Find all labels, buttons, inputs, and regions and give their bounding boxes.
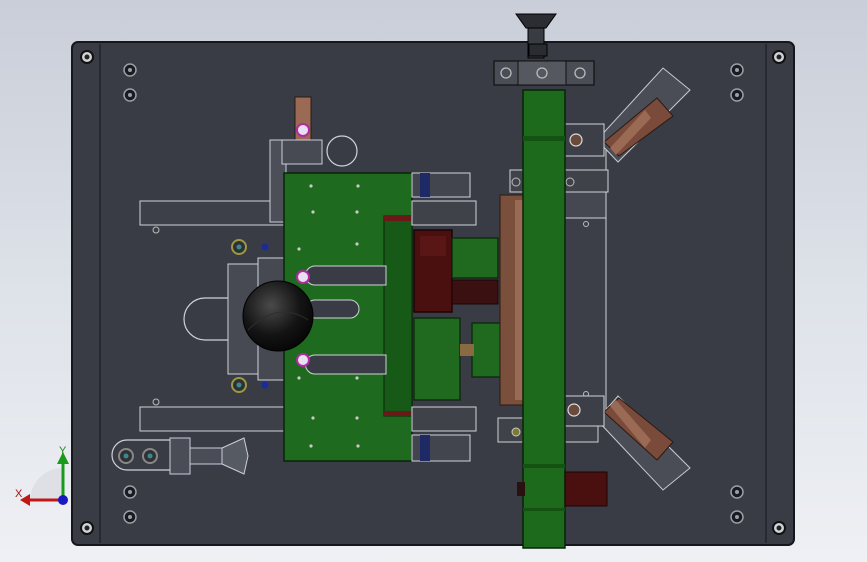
locating-sphere[interactable] (242, 280, 314, 352)
y-axis-label: Y (59, 445, 67, 457)
orientation-triad: Y X (15, 445, 69, 506)
graphics-viewport[interactable]: Y X (0, 0, 867, 562)
cad-model[interactable]: Y X (0, 0, 867, 562)
x-axis-label: X (15, 488, 23, 500)
z-axis (58, 495, 68, 505)
